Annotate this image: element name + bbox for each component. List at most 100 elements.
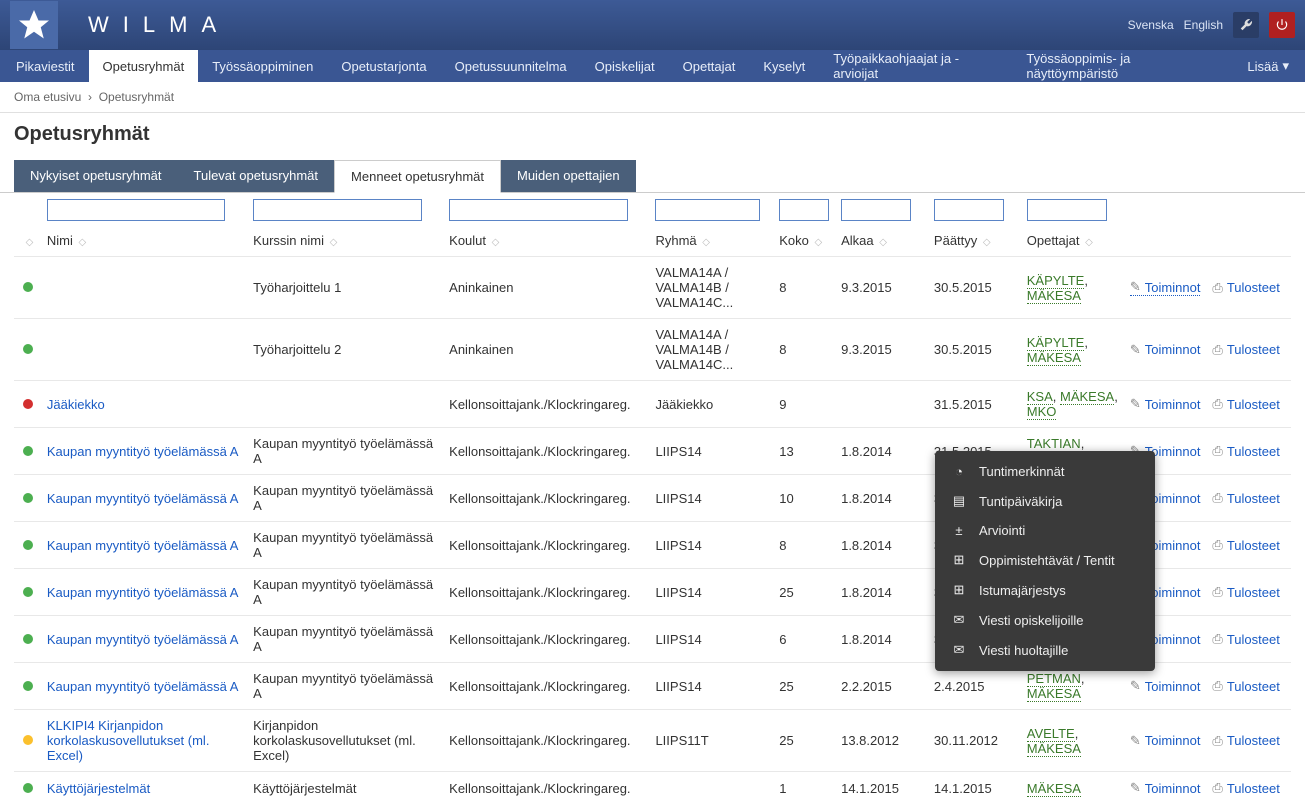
- tulosteet-link[interactable]: ⎙ Tulosteet: [1212, 443, 1279, 459]
- teacher-link[interactable]: MKO: [1027, 404, 1057, 420]
- tulosteet-link[interactable]: ⎙ Tulosteet: [1212, 733, 1279, 749]
- nav-opetussuunnitelma[interactable]: Opetussuunnitelma: [441, 50, 581, 82]
- teacher-link[interactable]: TAKTIAN: [1027, 436, 1081, 452]
- nav-opetusryhmat[interactable]: Opetusryhmät: [89, 50, 199, 82]
- group-name-link[interactable]: Kaupan myyntityö työelämässä A: [47, 491, 239, 506]
- toiminnot-link[interactable]: ✎ Toiminnot: [1130, 780, 1201, 796]
- nav-kyselyt[interactable]: Kyselyt: [749, 50, 819, 82]
- teacher-link[interactable]: KÄPYLTE: [1027, 335, 1085, 351]
- col-opettajat[interactable]: Opettajat ◇: [1023, 225, 1126, 257]
- teacher-link[interactable]: MÄKESA: [1027, 741, 1081, 757]
- teacher-link[interactable]: MÄKESA: [1027, 288, 1081, 304]
- tulosteet-link[interactable]: ⎙ Tulosteet: [1212, 678, 1279, 694]
- toiminnot-link[interactable]: ✎ Toiminnot: [1130, 342, 1201, 358]
- nav-more[interactable]: Lisää ▾: [1233, 50, 1303, 82]
- teacher-link[interactable]: MÄKESA: [1027, 350, 1081, 366]
- tulosteet-link[interactable]: ⎙ Tulosteet: [1212, 780, 1279, 796]
- teacher-link[interactable]: PETMAN: [1027, 671, 1081, 687]
- group-name-link[interactable]: Kaupan myyntityö työelämässä A: [47, 444, 239, 459]
- logout-button[interactable]: [1269, 12, 1295, 38]
- col-paattyy[interactable]: Päättyy ◇: [930, 225, 1023, 257]
- cell-ryhma: Jääkiekko: [651, 381, 775, 428]
- grid-icon: ⊞: [951, 582, 967, 598]
- dropdown-item[interactable]: ✉Viesti opiskelijoille: [935, 605, 1155, 635]
- tulosteet-link[interactable]: ⎙ Tulosteet: [1212, 537, 1279, 553]
- col-ryhma[interactable]: Ryhmä ◇: [651, 225, 775, 257]
- toiminnot-link[interactable]: ✎ Toiminnot: [1130, 396, 1201, 412]
- nav-more-label: Lisää: [1247, 59, 1278, 74]
- filter-alkaa[interactable]: [841, 199, 911, 221]
- page-title: Opetusryhmät: [0, 113, 1305, 160]
- cell-ryhma: LIIPS14: [651, 475, 775, 522]
- col-alkaa[interactable]: Alkaa ◇: [837, 225, 930, 257]
- brand: WILMA: [88, 12, 230, 38]
- col-nimi[interactable]: Nimi ◇: [43, 225, 249, 257]
- nav-opettajat[interactable]: Opettajat: [669, 50, 750, 82]
- cell-koulut: Kellonsoittajank./Klockringareg.: [445, 381, 651, 428]
- breadcrumb-home[interactable]: Oma etusivu: [14, 90, 81, 104]
- status-dot: [23, 634, 33, 644]
- tab-nykyiset[interactable]: Nykyiset opetusryhmät: [14, 160, 178, 192]
- col-koulut[interactable]: Koulut ◇: [445, 225, 651, 257]
- tulosteet-link[interactable]: ⎙ Tulosteet: [1212, 280, 1279, 296]
- tulosteet-link[interactable]: ⎙ Tulosteet: [1212, 584, 1279, 600]
- col-kurssi[interactable]: Kurssin nimi ◇: [249, 225, 445, 257]
- dropdown-item-label: Viesti opiskelijoille: [979, 613, 1084, 628]
- dropdown-item[interactable]: ±Arviointi: [935, 516, 1155, 545]
- teacher-link[interactable]: KSA: [1027, 389, 1053, 405]
- filter-koko[interactable]: [779, 199, 829, 221]
- teacher-link[interactable]: MÄKESA: [1027, 686, 1081, 702]
- tulosteet-link[interactable]: ⎙ Tulosteet: [1212, 631, 1279, 647]
- tulosteet-link[interactable]: ⎙ Tulosteet: [1212, 342, 1279, 358]
- teacher-link[interactable]: MÄKESA: [1027, 781, 1081, 797]
- col-koko[interactable]: Koko ◇: [775, 225, 837, 257]
- lang-svenska[interactable]: Svenska: [1128, 18, 1174, 32]
- filter-nimi[interactable]: [47, 199, 225, 221]
- tulosteet-link[interactable]: ⎙ Tulosteet: [1212, 396, 1279, 412]
- col-status[interactable]: ◇: [14, 225, 43, 257]
- teacher-link[interactable]: KÄPYLTE: [1027, 273, 1085, 289]
- nav-opiskelijat[interactable]: Opiskelijat: [581, 50, 669, 82]
- nav-tyopaikkaohjaajat[interactable]: Työpaikkaohjaajat ja -arvioijat: [819, 50, 1012, 82]
- tab-tulevat[interactable]: Tulevat opetusryhmät: [178, 160, 335, 192]
- lang-english[interactable]: English: [1184, 18, 1223, 32]
- group-name-link[interactable]: Kaupan myyntityö työelämässä A: [47, 538, 239, 553]
- dropdown-item[interactable]: ▤Tuntipäiväkirja: [935, 486, 1155, 516]
- cell-kurssi: Kaupan myyntityö työelämässä A: [249, 475, 445, 522]
- filter-ryhma[interactable]: [655, 199, 759, 221]
- tulosteet-link[interactable]: ⎙ Tulosteet: [1212, 490, 1279, 506]
- nav-tyossaoppimis[interactable]: Työssäoppimis- ja näyttöympäristö: [1012, 50, 1233, 82]
- group-name-link[interactable]: Kaupan myyntityö työelämässä A: [47, 679, 239, 694]
- toiminnot-link[interactable]: ✎ Toiminnot: [1130, 733, 1201, 749]
- toiminnot-link[interactable]: ✎ Toiminnot: [1130, 678, 1201, 694]
- print-icon: ⎙: [1212, 537, 1222, 553]
- toiminnot-dropdown[interactable]: ◔Tuntimerkinnät▤Tuntipäiväkirja±Arvioint…: [935, 451, 1155, 671]
- filter-kurssi[interactable]: [253, 199, 422, 221]
- print-icon: ⎙: [1212, 733, 1222, 749]
- group-name-link[interactable]: Käyttöjärjestelmät: [47, 781, 150, 796]
- status-dot: [23, 446, 33, 456]
- teacher-link[interactable]: MÄKESA: [1060, 389, 1114, 405]
- filter-paattyy[interactable]: [934, 199, 1004, 221]
- dropdown-item[interactable]: ◔Tuntimerkinnät: [935, 457, 1155, 486]
- group-name-link[interactable]: Kaupan myyntityö työelämässä A: [47, 585, 239, 600]
- group-name-link[interactable]: KLKIPI4 Kirjanpidon korkolaskusovellutuk…: [47, 718, 210, 763]
- logo[interactable]: [10, 1, 58, 49]
- filter-opettajat[interactable]: [1027, 199, 1107, 221]
- cell-alkaa: 1.8.2014: [837, 475, 930, 522]
- dropdown-item[interactable]: ⊞Istumajärjestys: [935, 575, 1155, 605]
- group-name-link[interactable]: Jääkiekko: [47, 397, 105, 412]
- settings-button[interactable]: [1233, 12, 1259, 38]
- filter-koulut[interactable]: [449, 199, 627, 221]
- dropdown-item[interactable]: ⊞Oppimistehtävät / Tentit: [935, 545, 1155, 575]
- tab-menneet[interactable]: Menneet opetusryhmät: [334, 160, 501, 193]
- toiminnot-link[interactable]: ✎ Toiminnot: [1130, 279, 1201, 296]
- teacher-link[interactable]: AVELTE: [1027, 726, 1075, 742]
- nav-tyossaoppiminen[interactable]: Työssäoppiminen: [198, 50, 327, 82]
- nav-opetustarjonta[interactable]: Opetustarjonta: [327, 50, 440, 82]
- nav-pikaviestit[interactable]: Pikaviestit: [2, 50, 89, 82]
- dropdown-item[interactable]: ✉Viesti huoltajille: [935, 635, 1155, 665]
- group-name-link[interactable]: Kaupan myyntityö työelämässä A: [47, 632, 239, 647]
- tab-muiden[interactable]: Muiden opettajien: [501, 160, 636, 192]
- cell-koko: 10: [775, 475, 837, 522]
